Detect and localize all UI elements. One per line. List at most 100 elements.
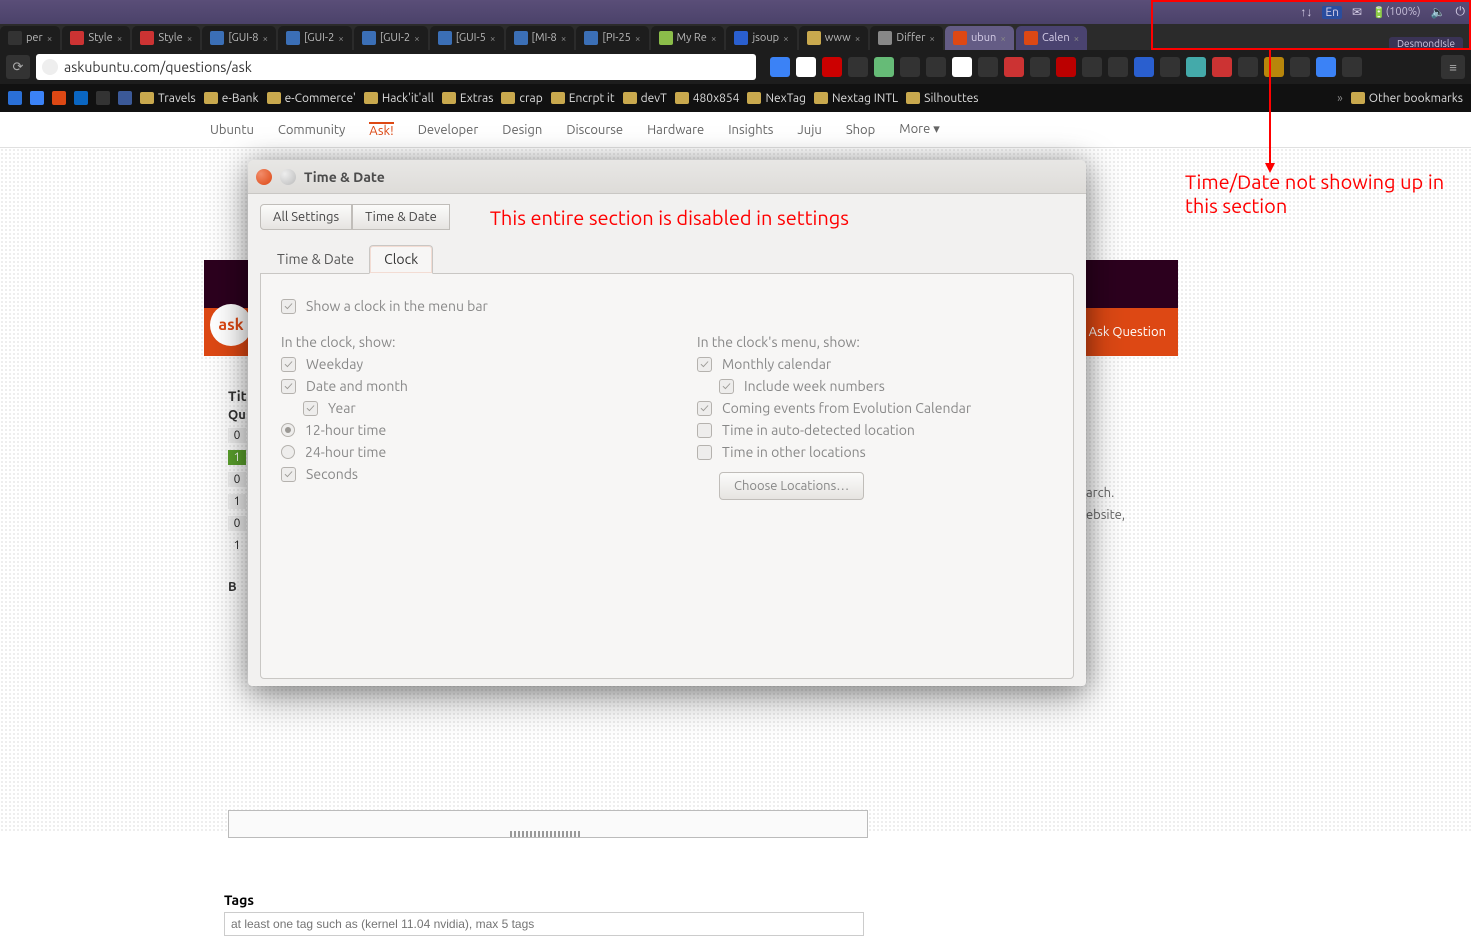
browser-tab[interactable]: Differ×: [870, 26, 943, 50]
tab-close-icon[interactable]: ×: [783, 33, 789, 44]
browser-tab[interactable]: [PI-25×: [576, 26, 648, 50]
extension-icon[interactable]: [1264, 57, 1284, 77]
extension-icon[interactable]: [1212, 57, 1232, 77]
browser-tab[interactable]: Style×: [62, 26, 130, 50]
extension-icon[interactable]: [952, 57, 972, 77]
show-clock-checkbox[interactable]: [281, 299, 296, 314]
tab-close-icon[interactable]: ×: [490, 33, 496, 44]
browser-tab[interactable]: Calen×: [1016, 26, 1087, 50]
site-nav-item[interactable]: Juju: [797, 123, 821, 137]
bookmark-overflow-icon[interactable]: »: [1337, 92, 1343, 105]
browser-tab[interactable]: [GUI-2×: [278, 26, 352, 50]
bookmark-item[interactable]: [52, 91, 66, 105]
browser-tab[interactable]: per×: [0, 26, 60, 50]
site-nav-item[interactable]: Design: [502, 123, 542, 137]
tab-close-icon[interactable]: ×: [561, 33, 567, 44]
bookmark-folder[interactable]: crap: [501, 92, 542, 105]
extension-icon[interactable]: [1030, 57, 1050, 77]
tab-close-icon[interactable]: ×: [414, 33, 420, 44]
site-nav-item[interactable]: Insights: [728, 123, 773, 137]
site-nav-item[interactable]: Community: [278, 123, 345, 137]
extension-icon[interactable]: [1290, 57, 1310, 77]
other-locations-checkbox[interactable]: [697, 445, 712, 460]
browser-user-chip[interactable]: DesmondIsle: [1389, 37, 1463, 50]
browser-tab[interactable]: [GUI-2×: [354, 26, 428, 50]
bookmark-item[interactable]: [96, 91, 110, 105]
browser-tab[interactable]: www×: [799, 26, 869, 50]
24-hour-radio[interactable]: [281, 445, 295, 459]
bookmark-folder[interactable]: Silhouttes: [906, 92, 978, 105]
tab-clock[interactable]: Clock: [369, 245, 433, 274]
resize-handle[interactable]: [510, 831, 580, 837]
browser-tab[interactable]: [GUI-8×: [202, 26, 276, 50]
extension-icon[interactable]: [770, 57, 790, 77]
extension-icon[interactable]: [1108, 57, 1128, 77]
tab-close-icon[interactable]: ×: [635, 33, 641, 44]
window-close-button[interactable]: [256, 169, 272, 185]
weekday-checkbox[interactable]: [281, 357, 296, 372]
bookmark-folder[interactable]: NexTag: [747, 92, 806, 105]
extension-icon[interactable]: [900, 57, 920, 77]
bookmark-folder[interactable]: Extras: [442, 92, 494, 105]
extension-icon[interactable]: [848, 57, 868, 77]
monthly-calendar-checkbox[interactable]: [697, 357, 712, 372]
extension-icon[interactable]: [926, 57, 946, 77]
bookmark-folder[interactable]: e-Commerce': [267, 92, 356, 105]
extension-icon[interactable]: [978, 57, 998, 77]
bookmark-folder[interactable]: devT: [623, 92, 667, 105]
week-numbers-checkbox[interactable]: [719, 379, 734, 394]
breadcrumb-current[interactable]: Time & Date: [352, 204, 450, 230]
bookmark-item[interactable]: [8, 91, 22, 105]
bookmark-folder[interactable]: Nextag INTL: [814, 92, 898, 105]
browser-tab[interactable]: [MI-8×: [506, 26, 575, 50]
site-nav-item[interactable]: Developer: [418, 123, 479, 137]
extension-icon[interactable]: [1004, 57, 1024, 77]
ask-question-button[interactable]: Ask Question: [1089, 325, 1166, 339]
site-nav-item[interactable]: Ask!: [369, 122, 393, 138]
tab-close-icon[interactable]: ×: [855, 33, 861, 44]
browser-menu-icon[interactable]: ≡: [1441, 55, 1465, 79]
tab-close-icon[interactable]: ×: [117, 33, 123, 44]
tab-close-icon[interactable]: ×: [711, 33, 717, 44]
extension-icon[interactable]: [1186, 57, 1206, 77]
all-settings-button[interactable]: All Settings: [260, 204, 352, 230]
seconds-checkbox[interactable]: [281, 467, 296, 482]
extension-icon[interactable]: [1082, 57, 1102, 77]
extension-icon[interactable]: [1238, 57, 1258, 77]
window-minimize-button[interactable]: [280, 169, 296, 185]
browser-tab[interactable]: [GUI-5×: [430, 26, 504, 50]
extension-icon[interactable]: [1134, 57, 1154, 77]
reload-button[interactable]: ⟳: [6, 55, 30, 79]
bookmark-item[interactable]: [118, 91, 132, 105]
choose-locations-button[interactable]: Choose Locations…: [719, 472, 864, 500]
12-hour-radio[interactable]: [281, 423, 295, 437]
site-nav-item[interactable]: Hardware: [647, 123, 704, 137]
browser-tab[interactable]: Style×: [132, 26, 200, 50]
site-nav-item[interactable]: Discourse: [566, 123, 623, 137]
browser-tab[interactable]: My Re×: [651, 26, 725, 50]
bookmark-folder[interactable]: Encrpt it: [551, 92, 615, 105]
tab-close-icon[interactable]: ×: [1074, 33, 1080, 44]
tab-close-icon[interactable]: ×: [1000, 33, 1006, 44]
extension-icon[interactable]: [822, 57, 842, 77]
tab-close-icon[interactable]: ×: [929, 33, 935, 44]
site-nav-item[interactable]: Ubuntu: [210, 123, 254, 137]
site-nav-item[interactable]: Shop: [846, 123, 875, 137]
extension-icon[interactable]: [796, 57, 816, 77]
tags-input[interactable]: [224, 912, 864, 936]
tab-close-icon[interactable]: ×: [187, 33, 193, 44]
bookmark-item[interactable]: [74, 91, 88, 105]
bookmark-folder[interactable]: e-Bank: [204, 92, 259, 105]
bookmark-folder[interactable]: Hack'it'all: [364, 92, 434, 105]
browser-tab[interactable]: ubun×: [945, 26, 1014, 50]
extension-icon[interactable]: [874, 57, 894, 77]
browser-tab[interactable]: jsoup×: [726, 26, 796, 50]
url-bar[interactable]: askubuntu.com/questions/ask: [36, 54, 756, 80]
dialog-titlebar[interactable]: Time & Date: [248, 160, 1086, 194]
bookmark-folder[interactable]: 480x854: [675, 92, 740, 105]
site-nav-item[interactable]: More ▾: [899, 122, 940, 137]
network-icon[interactable]: ↑↓: [1300, 5, 1312, 19]
year-checkbox[interactable]: [303, 401, 318, 416]
session-gear-icon[interactable]: ⏻: [1456, 5, 1466, 19]
auto-location-checkbox[interactable]: [697, 423, 712, 438]
